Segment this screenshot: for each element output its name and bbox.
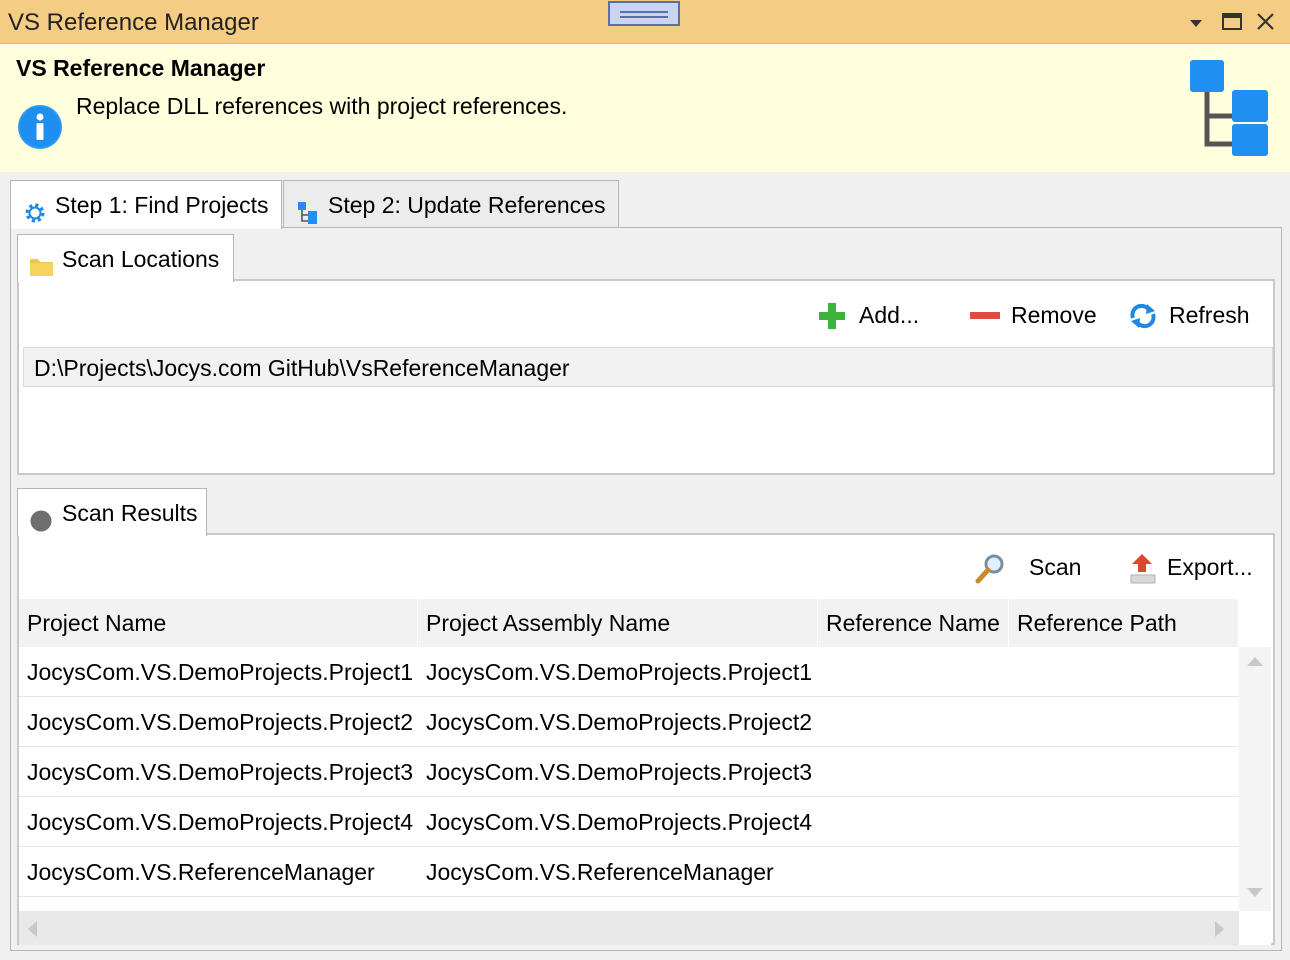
header-description: Replace DLL references with project refe… bbox=[76, 93, 568, 119]
scan-button[interactable]: Scan bbox=[975, 551, 1082, 584]
column-header-reference-name[interactable]: Reference Name bbox=[818, 599, 1009, 647]
column-header-reference-path[interactable]: Reference Path bbox=[1009, 599, 1239, 647]
table-row[interactable]: JocysCom.VS.DemoProjects.Project3 JocysC… bbox=[19, 747, 1239, 797]
cell-project-name: JocysCom.VS.DemoProjects.Project3 bbox=[27, 759, 414, 785]
folder-icon bbox=[29, 247, 55, 295]
info-icon bbox=[17, 104, 65, 157]
table-row[interactable]: JocysCom.VS.DemoProjects.Project1 JocysC… bbox=[19, 647, 1239, 697]
cell-project-name: JocysCom.VS.ReferenceManager bbox=[27, 859, 375, 885]
tab-label: Step 2: Update References bbox=[328, 192, 606, 218]
scan-location-item[interactable]: D:\Projects\Jocys.com GitHub\VsReference… bbox=[23, 347, 1273, 387]
export-icon bbox=[1129, 553, 1157, 593]
cell-project-name: JocysCom.VS.DemoProjects.Project2 bbox=[27, 709, 414, 735]
scan-locations-label: Scan Locations bbox=[62, 246, 220, 272]
scroll-down-icon[interactable] bbox=[1246, 885, 1264, 903]
status-circle-icon bbox=[29, 501, 53, 549]
scroll-up-icon[interactable] bbox=[1246, 655, 1264, 673]
tab-find-projects[interactable]: Step 1: Find Projects bbox=[10, 180, 282, 229]
vertical-scrollbar[interactable] bbox=[1239, 647, 1271, 911]
refresh-label: Refresh bbox=[1169, 302, 1250, 328]
refresh-icon bbox=[1127, 301, 1159, 339]
plus-icon bbox=[817, 301, 847, 339]
cell-reference-name bbox=[818, 697, 1009, 747]
cell-reference-name bbox=[818, 747, 1009, 797]
cell-reference-name bbox=[818, 847, 1009, 897]
tab-scan-locations[interactable]: Scan Locations bbox=[17, 234, 234, 282]
tab-scan-results[interactable]: Scan Results bbox=[17, 488, 207, 536]
cell-reference-name bbox=[818, 647, 1009, 697]
results-grid-header: Project Name Project Assembly Name Refer… bbox=[19, 599, 1239, 647]
cell-assembly-name: JocysCom.VS.DemoProjects.Project2 bbox=[426, 709, 813, 735]
cell-assembly-name: JocysCom.VS.DemoProjects.Project4 bbox=[426, 809, 813, 835]
table-row[interactable]: JocysCom.VS.DemoProjects.Project2 JocysC… bbox=[19, 697, 1239, 747]
cell-reference-path bbox=[1009, 797, 1239, 847]
export-button[interactable]: Export... bbox=[1129, 551, 1253, 584]
add-button[interactable]: Add... bbox=[817, 299, 919, 331]
scan-results-panel: Scan Export... Project Name Project Asse… bbox=[17, 533, 1275, 945]
title-bar: VS Reference Manager bbox=[0, 0, 1290, 44]
cell-project-name: JocysCom.VS.DemoProjects.Project1 bbox=[27, 659, 414, 685]
tab-label: Step 1: Find Projects bbox=[55, 192, 269, 218]
cell-project-name: JocysCom.VS.DemoProjects.Project4 bbox=[27, 809, 414, 835]
refresh-button[interactable]: Refresh bbox=[1127, 299, 1250, 331]
scan-results-label: Scan Results bbox=[62, 500, 198, 526]
cell-assembly-name: JocysCom.VS.DemoProjects.Project3 bbox=[426, 759, 813, 785]
window-title: VS Reference Manager bbox=[8, 9, 259, 36]
cell-reference-path bbox=[1009, 847, 1239, 897]
scroll-left-icon[interactable] bbox=[27, 920, 39, 943]
table-row[interactable]: JocysCom.VS.ReferenceManager JocysCom.VS… bbox=[19, 847, 1239, 897]
cell-reference-name bbox=[818, 797, 1009, 847]
find-projects-panel: Scan Locations Add... Remove Refresh D:\… bbox=[10, 227, 1282, 951]
cell-reference-path bbox=[1009, 647, 1239, 697]
tab-update-references[interactable]: Step 2: Update References bbox=[283, 180, 619, 228]
magnifier-icon bbox=[975, 553, 1007, 593]
column-header-project-name[interactable]: Project Name bbox=[19, 599, 418, 647]
remove-label: Remove bbox=[1011, 302, 1097, 328]
cell-reference-path bbox=[1009, 747, 1239, 797]
column-header-assembly-name[interactable]: Project Assembly Name bbox=[418, 599, 818, 647]
scrollbar-corner bbox=[1239, 911, 1271, 945]
scan-locations-panel: Add... Remove Refresh D:\Projects\Jocys.… bbox=[17, 279, 1275, 475]
remove-button[interactable]: Remove bbox=[969, 299, 1097, 331]
export-label: Export... bbox=[1167, 554, 1253, 580]
cell-assembly-name: JocysCom.VS.ReferenceManager bbox=[426, 859, 774, 885]
drag-handle[interactable] bbox=[608, 1, 680, 26]
cell-reference-path bbox=[1009, 697, 1239, 747]
header-title: VS Reference Manager bbox=[16, 55, 266, 81]
add-label: Add... bbox=[859, 302, 920, 328]
maximize-icon[interactable] bbox=[1218, 8, 1246, 36]
scan-label: Scan bbox=[1029, 554, 1082, 580]
minus-icon bbox=[969, 301, 1001, 339]
hierarchy-icon bbox=[1188, 60, 1272, 165]
table-row[interactable]: JocysCom.VS.DemoProjects.Project4 JocysC… bbox=[19, 797, 1239, 847]
cell-assembly-name: JocysCom.VS.DemoProjects.Project1 bbox=[426, 659, 813, 685]
scroll-right-icon[interactable] bbox=[1213, 920, 1225, 943]
info-header: VS Reference Manager Replace DLL referen… bbox=[0, 44, 1290, 172]
close-icon[interactable] bbox=[1252, 8, 1280, 36]
horizontal-scrollbar[interactable] bbox=[19, 911, 1239, 945]
dropdown-icon[interactable] bbox=[1184, 8, 1212, 36]
